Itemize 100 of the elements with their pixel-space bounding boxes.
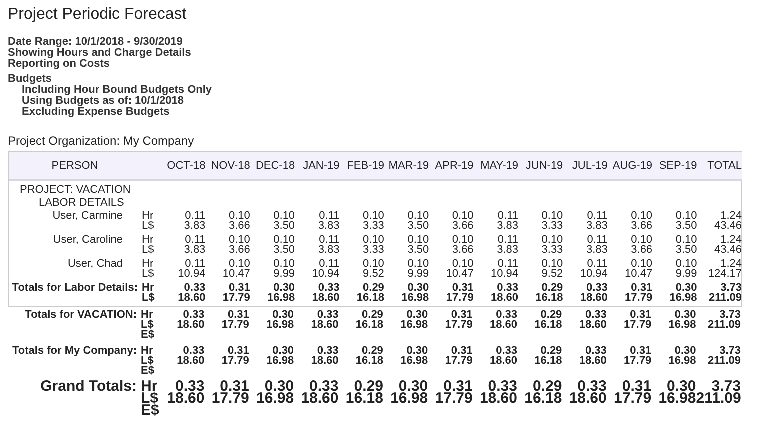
column-header: MAY-19 [480, 160, 518, 172]
row-label: User, Chad [68, 258, 123, 270]
table-cell-text: 0.10 [674, 211, 698, 221]
table-cell-text: 18.60 [488, 320, 518, 330]
table-cell-text: 17.79 [220, 320, 250, 330]
table-cell-text: 0.30 [667, 381, 696, 393]
unit-label: L$ [142, 293, 156, 303]
table-cell-text: 0.10 [452, 259, 474, 269]
table-cell-text: 0.30 [406, 346, 428, 356]
table-cell-text: 3.33 [362, 245, 384, 255]
table-cell-text: 0.11 [319, 211, 340, 221]
table-cell-text: 0.31 [631, 283, 653, 293]
table-cell-text: 0.30 [398, 381, 428, 393]
budgets-heading: Budgets [8, 74, 53, 85]
table-cell-text: 0.29 [532, 381, 562, 393]
table-cell-text: 124.17 [707, 269, 742, 279]
table-cell-text: 10.47 [624, 269, 653, 279]
table-cell-text: 0.11 [319, 259, 340, 269]
table-cell-text: 10.94 [177, 269, 206, 279]
table-cell-text: 0.33 [184, 283, 206, 293]
table-cell-text: 17.79 [445, 293, 474, 303]
column-header: TOTAL [708, 160, 742, 172]
row-label: User, Carmine [52, 210, 123, 222]
unit-label: L$ [141, 320, 154, 330]
unit-label: L$ [142, 269, 156, 279]
table-cell-text: 3.73 [720, 310, 741, 320]
criteria-line: Showing Hours and Charge Details [8, 48, 192, 59]
table-cell-text: 0.31 [444, 381, 473, 393]
column-header: PERSON [52, 160, 98, 172]
table-cell-text: 3.33 [362, 221, 384, 231]
table-cell-text: 0.29 [362, 310, 384, 320]
table-cell-text: 0.11 [496, 211, 518, 221]
table-cell-text: 18.60 [176, 356, 205, 366]
table-cell-text: 3.50 [674, 245, 698, 255]
table-cell-text: 0.11 [587, 259, 608, 269]
budget-option: Excluding Expense Budgets [8, 107, 758, 118]
column-header: AUG-19 [612, 160, 653, 172]
table-cell-text: 17.79 [210, 393, 250, 405]
table-cell-text: 17.79 [222, 293, 250, 303]
table-cell-text: 9.99 [674, 269, 698, 279]
table-cell-text: 0.33 [317, 346, 339, 356]
table-cell-text: 18.60 [310, 356, 339, 366]
table-cell-text: 16.18 [344, 393, 384, 405]
table-cell-text: 17.79 [623, 356, 652, 366]
row-label: User, Caroline [53, 234, 123, 246]
table-cell-text: 0.31 [228, 346, 250, 356]
table-cell-text: 0.10 [451, 235, 474, 245]
table-cell-text: 0.30 [272, 310, 294, 320]
table-cell-text: 16.18 [534, 293, 564, 303]
table-cell-text: 9.99 [272, 269, 296, 279]
table-cell-text: 0.31 [228, 283, 250, 293]
table-cell-text: 3.50 [406, 245, 430, 255]
column-header: JUL-19 [572, 160, 608, 172]
table-cell-text: 9.52 [540, 269, 564, 279]
table-cell-text: 0.11 [586, 211, 608, 221]
table-cell-text: 0.29 [540, 346, 562, 356]
unit-label: L$ [141, 356, 154, 366]
table-cell-text: 0.30 [406, 310, 428, 320]
table-cell-text: 17.79 [623, 320, 652, 330]
table-cell-text: 0.31 [451, 346, 473, 356]
table-cell-text: 3.50 [674, 221, 698, 231]
table-cell-text: 43.46 [713, 221, 742, 231]
table-cell-text: 3.66 [228, 245, 250, 255]
table-cell-text: 16.18 [354, 356, 384, 366]
organization-line: Project Organization: My Company [8, 135, 196, 148]
table-cell-text: 18.60 [478, 393, 518, 405]
table-cell-text: 0.33 [183, 310, 205, 320]
table-cell-text: 211.09 [708, 293, 742, 303]
column-header: MAR-19 [388, 160, 430, 172]
table-cell-text: 0.31 [630, 346, 652, 356]
table-cell-text: 0.33 [585, 346, 607, 356]
table-cell-text: 0.30 [272, 346, 294, 356]
table-cell-text: 10.94 [311, 269, 340, 279]
table-cell-text: 0.29 [542, 283, 564, 293]
table-cell-text: 10.47 [445, 269, 474, 279]
table-cell-text: 9.99 [406, 269, 430, 279]
criteria-line: Reporting on Costs [8, 59, 112, 70]
table-cell-text: 3.66 [630, 221, 653, 231]
table-cell-text: 0.11 [185, 259, 206, 269]
unit-label: Hr [141, 310, 154, 320]
unit-label: E$ [141, 330, 156, 340]
table-cell-text: 0.10 [228, 211, 250, 221]
table-cell-text: 18.60 [578, 320, 607, 330]
table-cell-text: 3.66 [451, 245, 474, 255]
row-label: PROJECT: VACATION [20, 184, 131, 196]
table-cell-text: 16.98 [400, 356, 428, 366]
unit-label: L$ [142, 245, 156, 255]
table-cell-text: 211.09 [706, 320, 741, 330]
table-cell-text: 0.10 [406, 211, 430, 221]
unit-label: L$ [142, 221, 156, 231]
table-cell-text: 18.60 [311, 293, 340, 303]
table-cell-text: 0.33 [585, 310, 607, 320]
table-cell-text: 0.31 [451, 310, 473, 320]
column-header: JUN-19 [526, 160, 564, 172]
table-cell-text: 16.98 [668, 293, 698, 303]
table-cell-text: 16.98 [400, 293, 430, 303]
table-cell-text: 3.66 [630, 245, 653, 255]
table-cell-text: 3.83 [317, 221, 340, 231]
table-cell-text: 0.29 [540, 310, 562, 320]
table-cell-text: 3.50 [272, 245, 296, 255]
